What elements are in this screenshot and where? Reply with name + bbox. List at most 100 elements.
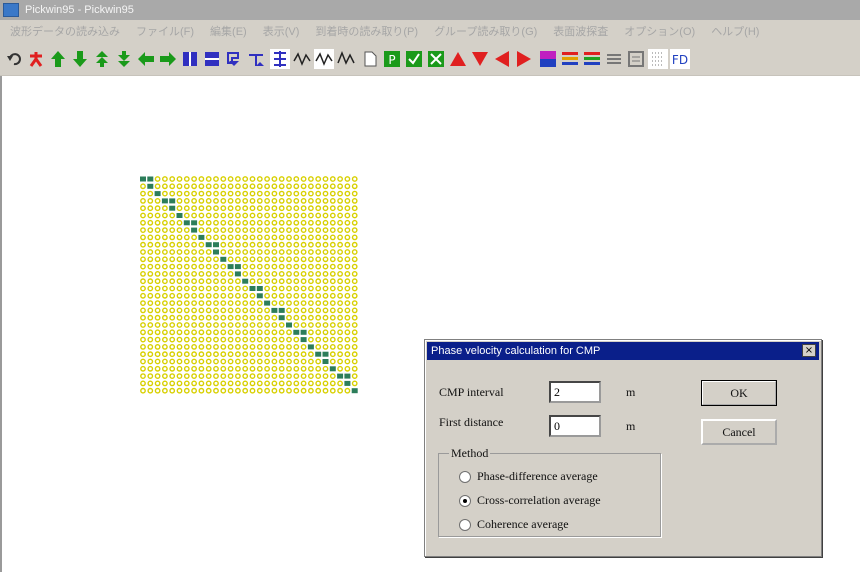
matrix-marker [286, 307, 292, 314]
radio-coherence[interactable] [459, 518, 471, 531]
page-icon[interactable] [360, 49, 380, 69]
matrix-marker [315, 365, 322, 372]
matrix-marker [322, 183, 329, 190]
matrix-marker [329, 249, 336, 255]
close-icon[interactable]: × [802, 344, 816, 357]
matrix-marker [205, 205, 212, 212]
p-icon[interactable]: P [382, 49, 402, 69]
text-down-icon[interactable] [224, 49, 244, 69]
menu-item-picking[interactable]: 到着時の読み取り(P) [315, 23, 418, 39]
matrix-marker [337, 227, 344, 233]
matrix-marker [205, 219, 212, 226]
double-down-icon[interactable] [114, 49, 134, 69]
gray-lines-icon[interactable] [604, 49, 624, 69]
triangle-right-icon[interactable] [514, 49, 534, 69]
matrix-marker [154, 322, 161, 328]
matrix-diagonal-mark [315, 351, 322, 357]
stripes2-icon[interactable] [582, 49, 602, 69]
matrix-marker [286, 249, 292, 255]
check-icon[interactable] [404, 49, 424, 69]
matrix-marker [337, 314, 344, 321]
menu-item-view[interactable]: 表示(V) [263, 23, 300, 39]
menu-item-surface-wave[interactable]: 表面波探査 [553, 23, 608, 39]
zoom-in-icon[interactable] [180, 49, 200, 69]
matrix-marker [300, 365, 307, 372]
matrix-marker [235, 307, 241, 314]
matrix-marker [315, 271, 322, 277]
matrix-marker [286, 300, 292, 307]
arrow-up-icon[interactable] [48, 49, 68, 69]
matrix-marker [198, 183, 205, 190]
matrix-marker [322, 219, 329, 226]
matrix-marker [256, 176, 263, 182]
arrow-left-icon[interactable] [136, 49, 156, 69]
matrix-marker [154, 314, 161, 321]
text-up-icon[interactable] [246, 49, 266, 69]
matrix-marker [147, 307, 154, 314]
cancel-button[interactable]: Cancel [701, 419, 777, 445]
matrix-marker [205, 285, 212, 292]
matrix-marker [154, 176, 161, 182]
arrow-right-icon[interactable] [158, 49, 178, 69]
matrix-marker [329, 197, 336, 204]
triangle-left-icon[interactable] [492, 49, 512, 69]
matrix-marker [242, 365, 249, 372]
menu-item-file[interactable]: ファイル(F) [136, 23, 194, 39]
menu-item-help[interactable]: ヘルプ(H) [711, 23, 759, 39]
triangle-down-icon[interactable] [470, 49, 490, 69]
matrix-marker [147, 358, 154, 365]
radio-phase-difference[interactable] [459, 470, 471, 483]
method-group: Method Phase-difference average Cross-co… [438, 446, 661, 537]
wave1-icon[interactable] [292, 49, 312, 69]
menu-item-waveform[interactable]: 波形データの読み込み [10, 23, 120, 39]
matrix-marker [169, 387, 176, 394]
dots-icon[interactable] [648, 48, 668, 69]
matrix-marker [322, 336, 329, 343]
matrix-marker [235, 256, 241, 263]
grid-select-icon[interactable] [270, 48, 290, 69]
matrix-marker [322, 263, 329, 270]
wave2-icon[interactable] [314, 48, 334, 69]
radio-cross-correlation[interactable] [459, 494, 471, 507]
matrix-marker [322, 227, 329, 233]
matrix-marker [154, 343, 161, 350]
first-distance-field[interactable]: 0 [549, 415, 601, 437]
gray-box-icon[interactable] [626, 49, 646, 69]
matrix-marker [183, 285, 190, 292]
cmp-interval-field[interactable]: 2 [549, 381, 601, 403]
figure-red-icon[interactable] [26, 49, 46, 69]
matrix-marker [161, 387, 168, 394]
matrix-marker [147, 300, 154, 307]
matrix-marker [154, 387, 161, 394]
fd-icon[interactable]: FD [670, 48, 690, 69]
matrix-marker [315, 387, 322, 394]
menu-item-options[interactable]: オプション(O) [624, 23, 695, 39]
triangle-up-icon[interactable] [448, 49, 468, 69]
gradient-icon[interactable] [538, 49, 558, 69]
matrix-marker [220, 292, 227, 299]
matrix-marker [344, 285, 351, 292]
matrix-marker [169, 314, 176, 321]
matrix-marker [293, 358, 300, 365]
matrix-marker [271, 329, 278, 336]
matrix-marker [161, 256, 168, 263]
arrow-down-icon[interactable] [70, 49, 90, 69]
stripes-icon[interactable] [560, 49, 580, 69]
matrix-marker [147, 241, 154, 248]
method-option-coherence[interactable]: Coherence average [459, 517, 569, 532]
double-up-icon[interactable] [92, 49, 112, 69]
method-option-cross-correlation[interactable]: Cross-correlation average [459, 493, 601, 508]
cross-icon[interactable] [426, 49, 446, 69]
matrix-marker [140, 329, 146, 336]
wave3-icon[interactable] [336, 49, 356, 69]
menu-item-group[interactable]: グループ読み取り(G) [434, 23, 537, 39]
zoom-out-icon[interactable] [202, 49, 222, 69]
ok-button[interactable]: OK [701, 380, 777, 406]
matrix-marker [286, 365, 292, 372]
undo-icon[interactable] [4, 49, 24, 69]
matrix-marker [307, 256, 314, 263]
matrix-marker [161, 300, 168, 307]
matrix-marker [161, 176, 168, 182]
menu-item-edit[interactable]: 編集(E) [210, 23, 247, 39]
method-option-phase-difference[interactable]: Phase-difference average [459, 469, 598, 484]
